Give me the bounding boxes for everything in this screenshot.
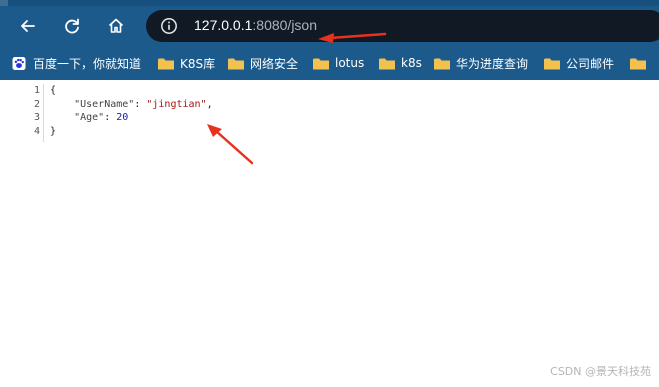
url-path: :8080/json: [252, 17, 317, 33]
bookmark-folder-company-mail[interactable]: 公司邮件: [544, 53, 614, 73]
folder-icon: [158, 58, 174, 69]
home-button[interactable]: [102, 12, 130, 40]
address-bar[interactable]: 127.0.0.1:8080/json: [146, 10, 659, 42]
bookmark-folder-security[interactable]: 网络安全: [228, 53, 298, 73]
folder-icon: [228, 58, 244, 69]
tab-stub[interactable]: [0, 0, 8, 6]
url-host: 127.0.0.1: [194, 17, 253, 33]
back-button[interactable]: [14, 12, 42, 40]
page-content: 1 2 3 4 { "UserName": "jingtian", "Age":…: [0, 80, 659, 387]
bookmark-folder-lotus[interactable]: lotus: [313, 53, 364, 73]
site-info-icon[interactable]: [160, 17, 178, 35]
folder-icon: [313, 58, 329, 69]
line-number: 4: [33, 125, 40, 137]
line-number: 1: [33, 85, 40, 96]
bookmark-label: K8S库: [180, 56, 216, 71]
folder-icon: [379, 58, 395, 69]
bookmark-folder-overflow[interactable]: [630, 53, 652, 73]
paw-icon: [12, 56, 26, 70]
bookmark-label: 华为进度查询: [456, 56, 529, 71]
json-value-username: "jingtian": [146, 98, 207, 110]
folder-icon: [544, 58, 560, 69]
url-text[interactable]: 127.0.0.1:8080/json: [194, 17, 317, 33]
line-number-gutter: 1 2 3 4: [0, 84, 44, 142]
bookmark-label: lotus: [335, 56, 365, 70]
folder-icon: [630, 58, 646, 69]
bookmark-folder-k8s[interactable]: k8s: [379, 53, 422, 73]
code-line-2: "UserName": "jingtian",: [50, 98, 213, 112]
watermark: CSDN @景天科技苑: [550, 365, 651, 378]
bookmark-label: k8s: [401, 56, 422, 70]
code-line-1: {: [50, 84, 56, 98]
comma: ,: [206, 98, 213, 110]
bookmark-folder-huawei[interactable]: 华为进度查询: [434, 53, 528, 73]
bookmark-label: 网络安全: [250, 56, 299, 71]
open-brace: {: [50, 85, 57, 96]
json-value-age: 20: [116, 112, 129, 123]
line-number: 3: [33, 112, 40, 123]
reload-icon: [65, 18, 79, 34]
bookmark-label: 公司邮件: [566, 56, 615, 71]
key-separator: :: [134, 98, 147, 110]
close-brace: }: [50, 125, 57, 137]
reload-button[interactable]: [58, 12, 86, 40]
code-line-4: }: [50, 125, 56, 139]
folder-icon: [434, 58, 450, 69]
bookmark-label: 百度一下，你就知道: [33, 56, 142, 71]
bookmark-baidu[interactable]: 百度一下，你就知道: [11, 53, 141, 73]
json-key-username: "UserName": [74, 98, 135, 110]
bookmark-folder-k8s-lib[interactable]: K8S库: [158, 53, 215, 73]
home-icon: [108, 18, 124, 33]
bookmarks-bar: 百度一下，你就知道 K8S库 网络安全 lotus k8s 华为进度查询 公司邮…: [0, 50, 659, 76]
json-key-age: "Age": [74, 112, 105, 123]
line-number: 2: [33, 98, 40, 110]
key-separator: :: [104, 112, 117, 123]
browser-chrome: 127.0.0.1:8080/json 百度一下，你就知道 K8S库 网络安全 …: [0, 0, 659, 80]
tab-strip: [0, 0, 659, 6]
code-line-3: "Age": 20: [50, 111, 128, 125]
back-arrow-icon: [21, 20, 35, 32]
